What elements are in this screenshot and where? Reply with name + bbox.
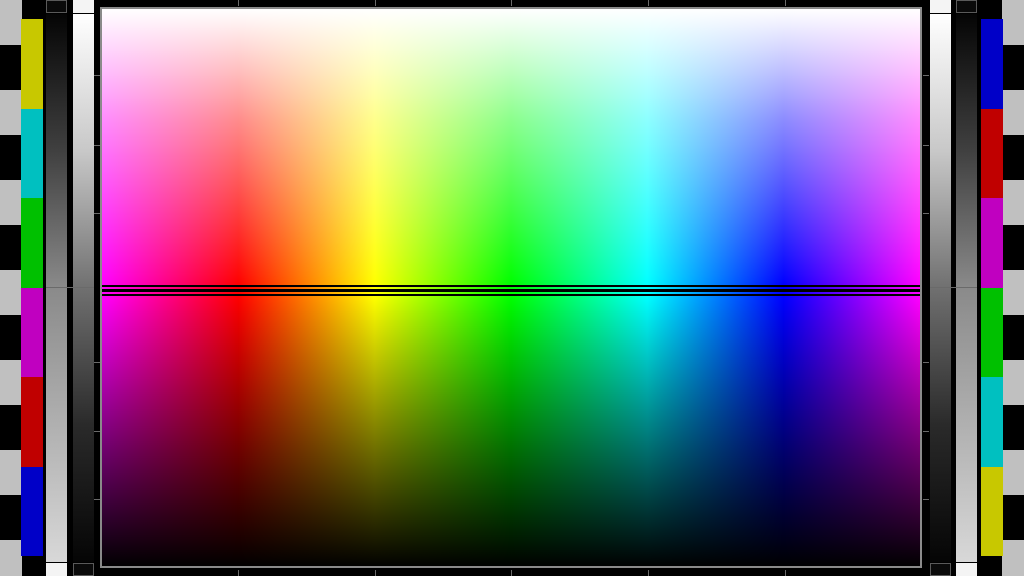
center-spectrum-line xyxy=(102,292,920,294)
ramp-cap xyxy=(46,0,67,13)
right-color-bar-yellow xyxy=(981,466,1003,556)
left-grey-ramp-dark xyxy=(46,14,67,562)
spectrum-upper-half xyxy=(102,9,920,285)
tick-mark xyxy=(648,570,649,576)
tick-mark xyxy=(94,213,100,214)
tick-mark xyxy=(923,431,929,432)
ramp-cap xyxy=(956,0,977,13)
center-spectrum-line xyxy=(102,287,920,289)
left-color-bar-red xyxy=(21,377,43,467)
tick-mark xyxy=(238,570,239,576)
right-separator-inner xyxy=(922,0,930,576)
left-color-bar-magenta xyxy=(21,287,43,377)
right-color-bar-cyan xyxy=(981,377,1003,467)
white-fade-overlay xyxy=(102,9,920,285)
right-color-bar-blue xyxy=(981,19,1003,109)
tick-mark xyxy=(923,213,929,214)
right-color-bar-red xyxy=(981,108,1003,198)
tick-mark xyxy=(94,75,100,76)
right-grey-ramp-dark xyxy=(956,14,977,562)
right-color-bars xyxy=(981,19,1003,556)
tick-mark xyxy=(375,0,376,6)
right-grey-ramp-light xyxy=(930,14,951,562)
tick-mark xyxy=(923,362,929,363)
left-grey-ramp-light xyxy=(73,14,94,562)
right-color-bar-green xyxy=(981,287,1003,377)
tick-mark xyxy=(785,0,786,6)
tick-mark xyxy=(94,145,100,146)
tick-mark xyxy=(375,570,376,576)
tick-mark xyxy=(923,75,929,76)
tick-mark xyxy=(238,0,239,6)
tick-mark xyxy=(923,499,929,500)
ramp-cap xyxy=(930,563,951,576)
tick-mark xyxy=(648,0,649,6)
right-checker-strip xyxy=(1002,0,1024,576)
spectrum-panel xyxy=(100,7,922,568)
ramp-cap xyxy=(73,0,94,13)
tick-mark xyxy=(94,431,100,432)
left-center-marker xyxy=(46,287,94,288)
left-color-bars xyxy=(21,19,43,556)
black-fade-overlay xyxy=(102,296,920,566)
ramp-cap xyxy=(930,0,951,13)
left-checker-strip xyxy=(0,0,22,576)
ramp-cap xyxy=(956,563,977,576)
right-center-marker xyxy=(930,287,977,288)
left-color-bar-yellow xyxy=(21,19,43,109)
tick-mark xyxy=(511,570,512,576)
right-separator-outer xyxy=(977,0,981,576)
tick-mark xyxy=(511,0,512,6)
tick-mark xyxy=(785,570,786,576)
tick-mark xyxy=(94,499,100,500)
ramp-cap xyxy=(73,563,94,576)
left-color-bar-cyan xyxy=(21,108,43,198)
tick-mark xyxy=(94,362,100,363)
ramp-cap xyxy=(46,563,67,576)
tick-mark xyxy=(923,145,929,146)
spectrum-lower-half xyxy=(102,296,920,566)
right-color-bar-magenta xyxy=(981,198,1003,288)
left-color-bar-blue xyxy=(21,466,43,556)
left-color-bar-green xyxy=(21,198,43,288)
